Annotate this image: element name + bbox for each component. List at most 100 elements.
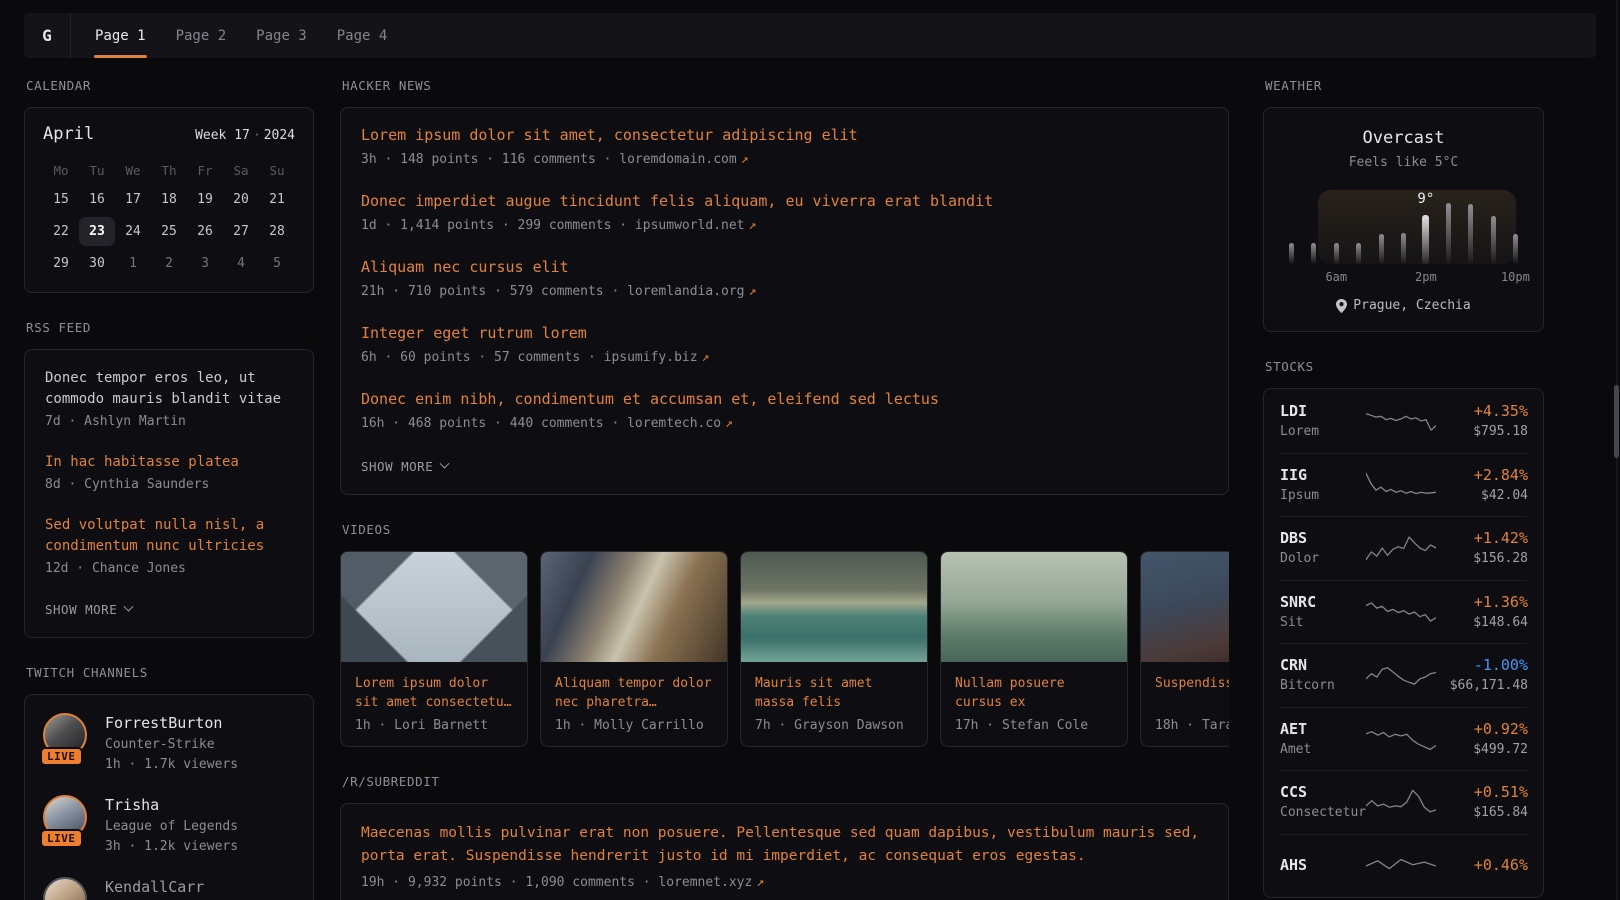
stock-price: $148.64	[1436, 614, 1528, 632]
external-link-icon[interactable]: ↗	[749, 218, 757, 233]
hn-item-link[interactable]: Donec enim nibh, condimentum et accumsan…	[361, 390, 1208, 409]
calendar-section: CALENDAR April Week 17·2024 Mo Tu We Th …	[24, 78, 314, 293]
tab-page-4[interactable]: Page 4	[335, 13, 390, 58]
video-title-link[interactable]: Nullam posuere cursus ex	[941, 662, 1127, 712]
stocks-widget: LDILorem +4.35%$795.18 IIGIpsum +2.84%$4…	[1263, 388, 1544, 898]
weather-hour-bar	[1467, 200, 1474, 264]
channel-name-link[interactable]: KendallCarr	[105, 877, 204, 897]
stock-symbol[interactable]: CRN	[1280, 655, 1366, 675]
page-scrollbar-thumb[interactable]	[1614, 385, 1619, 458]
video-thumbnail[interactable]	[941, 552, 1127, 662]
video-thumbnail[interactable]	[341, 552, 527, 662]
rss-item-link[interactable]: Sed volutpat nulla nisl, a condimentum n…	[45, 515, 293, 557]
calendar-day-next-month: 2	[151, 249, 187, 278]
rss-widget: Donec tempor eros leo, ut commodo mauris…	[24, 349, 314, 638]
rss-item-link[interactable]: In hac habitasse platea	[45, 452, 293, 473]
rss-section-title: RSS FEED	[26, 320, 314, 335]
stock-symbol[interactable]: DBS	[1280, 528, 1366, 548]
channel-game[interactable]: League of Legends	[105, 818, 238, 835]
external-link-icon[interactable]: ↗	[756, 875, 764, 890]
subreddit-section-title: /R/SUBREDDIT	[342, 774, 1229, 789]
rss-item: Sed volutpat nulla nisl, a condimentum n…	[45, 515, 293, 578]
hn-item: Donec enim nibh, condimentum et accumsan…	[361, 390, 1208, 433]
hn-item-link[interactable]: Aliquam nec cursus elit	[361, 258, 1208, 277]
external-link-icon[interactable]: ↗	[749, 284, 757, 299]
calendar-day: 21	[259, 185, 295, 214]
external-link-icon[interactable]: ↗	[702, 350, 710, 365]
weather-location: Prague, Czechia	[1280, 298, 1527, 313]
rss-item-meta: 7d · Ashlyn Martin	[45, 413, 293, 431]
video-title-link[interactable]: Aliquam tempor dolor nec pharetra…	[541, 662, 727, 712]
video-title-link[interactable]: Mauris sit amet massa felis	[741, 662, 927, 712]
current-temp-label: 9°	[1417, 191, 1434, 207]
stock-price: $795.18	[1436, 423, 1528, 441]
channel-name-link[interactable]: ForrestBurton	[105, 713, 238, 733]
calendar-day: 25	[151, 217, 187, 246]
stock-sparkline	[1366, 597, 1436, 627]
video-card: Suspendisse diam 18h · Tara	[1140, 551, 1229, 747]
calendar-day: 18	[151, 185, 187, 214]
stock-sparkline	[1366, 787, 1436, 817]
video-title-link[interactable]: Suspendisse diam	[1141, 662, 1229, 712]
live-badge: LIVE	[40, 829, 83, 848]
calendar-section-title: CALENDAR	[26, 78, 314, 93]
weather-condition: Overcast	[1280, 128, 1527, 148]
channel-game[interactable]: Counter-Strike	[105, 736, 238, 753]
hn-item-meta-text: 16h · 468 points · 440 comments · loremt…	[361, 416, 721, 431]
rss-show-more-button[interactable]: SHOW MORE	[45, 602, 132, 617]
calendar-day-selected: 23	[79, 217, 115, 246]
hacker-news-widget: Lorem ipsum dolor sit amet, consectetur …	[340, 107, 1229, 495]
tab-page-1[interactable]: Page 1	[93, 13, 148, 58]
twitch-section-title: TWITCH CHANNELS	[26, 665, 314, 680]
stock-row: AETAmet +0.92%$499.72	[1280, 707, 1527, 771]
weather-hour-bar	[1490, 200, 1497, 264]
channel-name-link[interactable]: Trisha	[105, 795, 238, 815]
stock-symbol[interactable]: AET	[1280, 719, 1366, 739]
calendar-day-next-month: 1	[115, 249, 151, 278]
reddit-post-link[interactable]: Maecenas mollis pulvinar erat non posuer…	[361, 822, 1208, 868]
app-logo[interactable]: G	[24, 13, 71, 58]
stock-row: AHS +0.46%	[1280, 834, 1527, 898]
stock-change: +0.51%	[1436, 782, 1528, 802]
calendar-day: 15	[43, 185, 79, 214]
calendar-separator: ·	[253, 128, 261, 143]
rss-item: In hac habitasse platea 8d · Cynthia Sau…	[45, 452, 293, 494]
stock-symbol[interactable]: LDI	[1280, 401, 1366, 421]
calendar-day-next-month: 5	[259, 249, 295, 278]
external-link-icon[interactable]: ↗	[725, 416, 733, 431]
external-link-icon[interactable]: ↗	[741, 152, 749, 167]
hn-show-more-button[interactable]: SHOW MORE	[361, 459, 448, 474]
videos-section: VIDEOS Lorem ipsum dolor sit amet consec…	[340, 522, 1229, 747]
stock-symbol[interactable]: IIG	[1280, 465, 1366, 485]
stock-symbol[interactable]: SNRC	[1280, 592, 1366, 612]
stock-name: Amet	[1280, 741, 1366, 759]
video-thumbnail[interactable]	[1141, 552, 1229, 662]
hn-item-meta: 1d · 1,414 points · 299 comments · ipsum…	[361, 217, 1208, 235]
video-thumbnail[interactable]	[741, 552, 927, 662]
video-thumbnail[interactable]	[541, 552, 727, 662]
stock-change: +1.36%	[1436, 592, 1528, 612]
calendar-day: 24	[115, 217, 151, 246]
hn-item-meta-text: 1d · 1,414 points · 299 comments · ipsum…	[361, 218, 745, 233]
stock-change: +0.92%	[1436, 719, 1528, 739]
weekday-label: Th	[151, 158, 187, 182]
stock-symbol[interactable]: CCS	[1280, 782, 1366, 802]
tab-page-3[interactable]: Page 3	[254, 13, 309, 58]
stock-symbol[interactable]: AHS	[1280, 855, 1366, 875]
rss-item-link[interactable]: Donec tempor eros leo, ut commodo mauris…	[45, 368, 293, 410]
stock-row: DBSDolor +1.42%$156.28	[1280, 516, 1527, 580]
hn-item-link[interactable]: Lorem ipsum dolor sit amet, consectetur …	[361, 126, 1208, 145]
video-card: Aliquam tempor dolor nec pharetra… 1h · …	[540, 551, 728, 747]
weather-section-title: WEATHER	[1265, 78, 1544, 93]
tab-page-2[interactable]: Page 2	[174, 13, 229, 58]
video-title-link[interactable]: Lorem ipsum dolor sit amet consectetu…	[341, 662, 527, 712]
hn-item-link[interactable]: Donec imperdiet augue tincidunt felis al…	[361, 192, 1208, 211]
channel-avatar-wrap: LIVE	[43, 795, 89, 841]
hour-axis-label: 6am	[1325, 270, 1347, 284]
calendar-month: April	[43, 124, 94, 144]
weekday-label: Mo	[43, 158, 79, 182]
main-column: HACKER NEWS Lorem ipsum dolor sit amet, …	[340, 78, 1229, 900]
live-badge: LIVE	[40, 747, 83, 766]
hn-item-link[interactable]: Integer eget rutrum lorem	[361, 324, 1208, 343]
chevron-down-icon	[440, 459, 450, 469]
